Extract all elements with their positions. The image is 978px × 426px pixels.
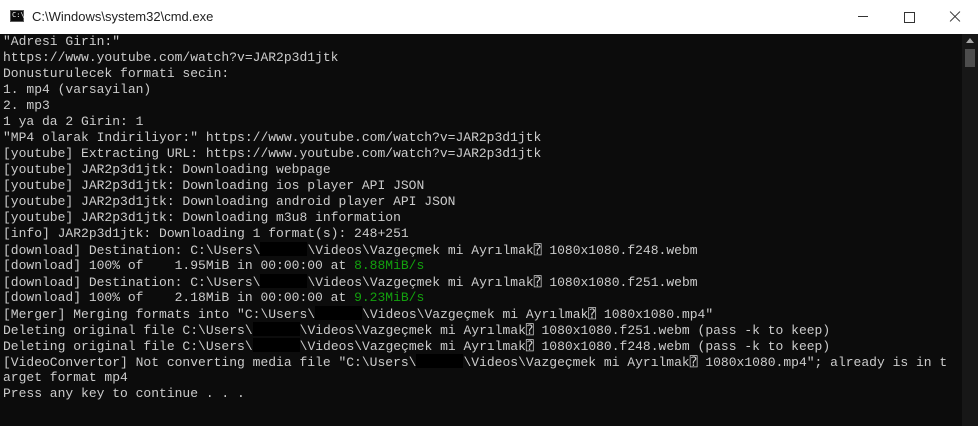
console-line: 2. mp3 [3,98,50,113]
console-line: "Adresi Girin:" [3,34,121,49]
download-speed: 8.88MiB/s [354,258,425,273]
console-line: Press any key to continue . . . [3,386,245,401]
console-line: Deleting original file C:\Users\ \Videos\… [3,338,830,354]
cmd-app-icon-text: C:\ [12,11,25,19]
console-line-text: Deleting original file C:\Users\ [3,339,253,354]
console-line: 1. mp4 (varsayilan) [3,82,152,97]
console-output[interactable]: "Adresi Girin:" https://www.youtube.com/w… [0,34,962,426]
console-line: [youtube] JAR2p3d1jtk: Downloading andro… [3,194,456,209]
console-line: [download] 100% of 2.18MiB in 00:00:00 a… [3,290,424,306]
console-line-text: [download] 100% of 2.18MiB in 00:00:00 a… [3,290,355,305]
console-line: Donusturulecek formati secin: [3,66,230,81]
console-line-text: \Videos\Vazgeçmek mi Ayrılmak⍰ 1080x1080… [307,243,698,258]
maximize-button[interactable] [886,0,932,34]
console-line: [youtube] JAR2p3d1jtk: Downloading webpa… [3,162,331,177]
console-line: Deleting original file C:\Users\ \Videos\… [3,322,830,338]
console-line: [info] JAR2p3d1jtk: Downloading 1 format… [3,226,409,241]
redacted-username [416,354,464,368]
redacted-username [252,322,300,336]
console-line: [youtube] Extracting URL: https://www.yo… [3,146,542,161]
console-line: https://www.youtube.com/watch?v=JAR2p3d1… [3,50,339,65]
console-line: [download] Destination: C:\Users\ \Videos… [3,242,698,258]
redacted-username [252,338,300,352]
console-line-text: \Videos\Vazgeçmek mi Ayrılmak⍰ 1080x1080… [299,323,831,338]
minimize-icon [858,16,868,17]
console-line-text: [download] Destination: C:\Users\ [3,243,261,258]
console-line-text: [download] Destination: C:\Users\ [3,275,261,290]
window-title: C:\Windows\system32\cmd.exe [32,9,214,24]
scroll-up-arrow-icon[interactable] [966,38,974,43]
title-bar[interactable]: C:\ C:\Windows\system32\cmd.exe [0,0,978,34]
redacted-username [260,242,308,256]
scrollbar-thumb[interactable] [965,49,975,67]
console-line: 1 ya da 2 Girin: 1 [3,114,144,129]
cmd-window: C:\ C:\Windows\system32\cmd.exe "Adresi … [0,0,978,426]
minimize-button[interactable] [840,0,886,34]
console-line-text: Deleting original file C:\Users\ [3,323,253,338]
cmd-app-icon: C:\ [10,10,25,22]
console-line-text: [Merger] Merging formats into "C:\Users\ [3,307,316,322]
console-line-text: [VideoConvertor] Not converting media fi… [3,355,417,370]
console-line: [download] Destination: C:\Users\ \Videos… [3,274,698,290]
console-line-text: \Videos\Vazgeçmek mi Ayrılmak⍰ 1080x1080… [463,355,948,370]
close-button[interactable] [932,0,978,34]
console-line: [Merger] Merging formats into "C:\Users\… [3,306,713,322]
download-speed: 9.23MiB/s [354,290,425,305]
console-line: [youtube] JAR2p3d1jtk: Downloading m3u8 … [3,210,401,225]
console-line: arget format mp4 [3,370,128,385]
console-line: "MP4 olarak Indiriliyor:" https://www.yo… [3,130,542,145]
maximize-icon [904,12,915,23]
console-line: [VideoConvertor] Not converting media fi… [3,354,947,370]
console-line: [youtube] JAR2p3d1jtk: Downloading ios p… [3,178,425,193]
console-line-text: \Videos\Vazgeçmek mi Ayrılmak⍰ 1080x1080… [307,275,698,290]
console-line-text: [download] 100% of 1.95MiB in 00:00:00 a… [3,258,355,273]
vertical-scrollbar[interactable] [962,34,978,426]
console-line: [download] 100% of 1.95MiB in 00:00:00 a… [3,258,424,274]
console-line-text: \Videos\Vazgeçmek mi Ayrılmak⍰ 1080x1080… [299,339,831,354]
redacted-username [315,306,363,320]
console-line-text: \Videos\Vazgeçmek mi Ayrılmak⍰ 1080x1080… [362,307,714,322]
redacted-username [260,274,308,288]
